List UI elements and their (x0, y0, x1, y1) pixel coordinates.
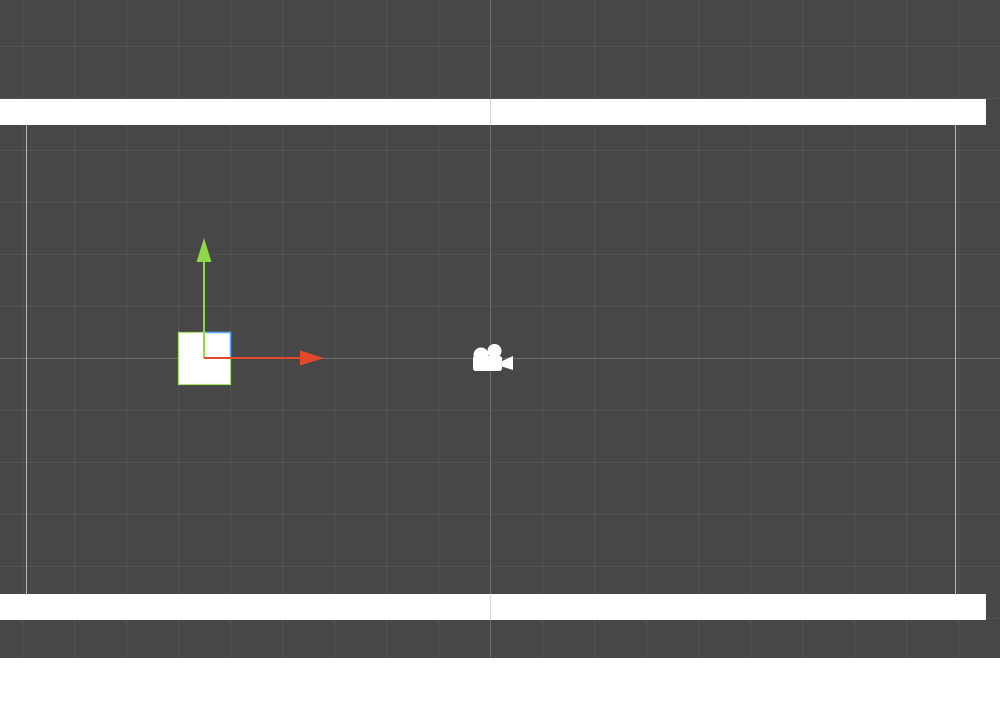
bottom-wall[interactable] (0, 594, 986, 620)
scene-view[interactable] (0, 0, 1000, 658)
top-wall[interactable] (0, 99, 986, 125)
bottom-blank-area (0, 658, 1000, 718)
scene-canvas[interactable] (0, 0, 1000, 658)
